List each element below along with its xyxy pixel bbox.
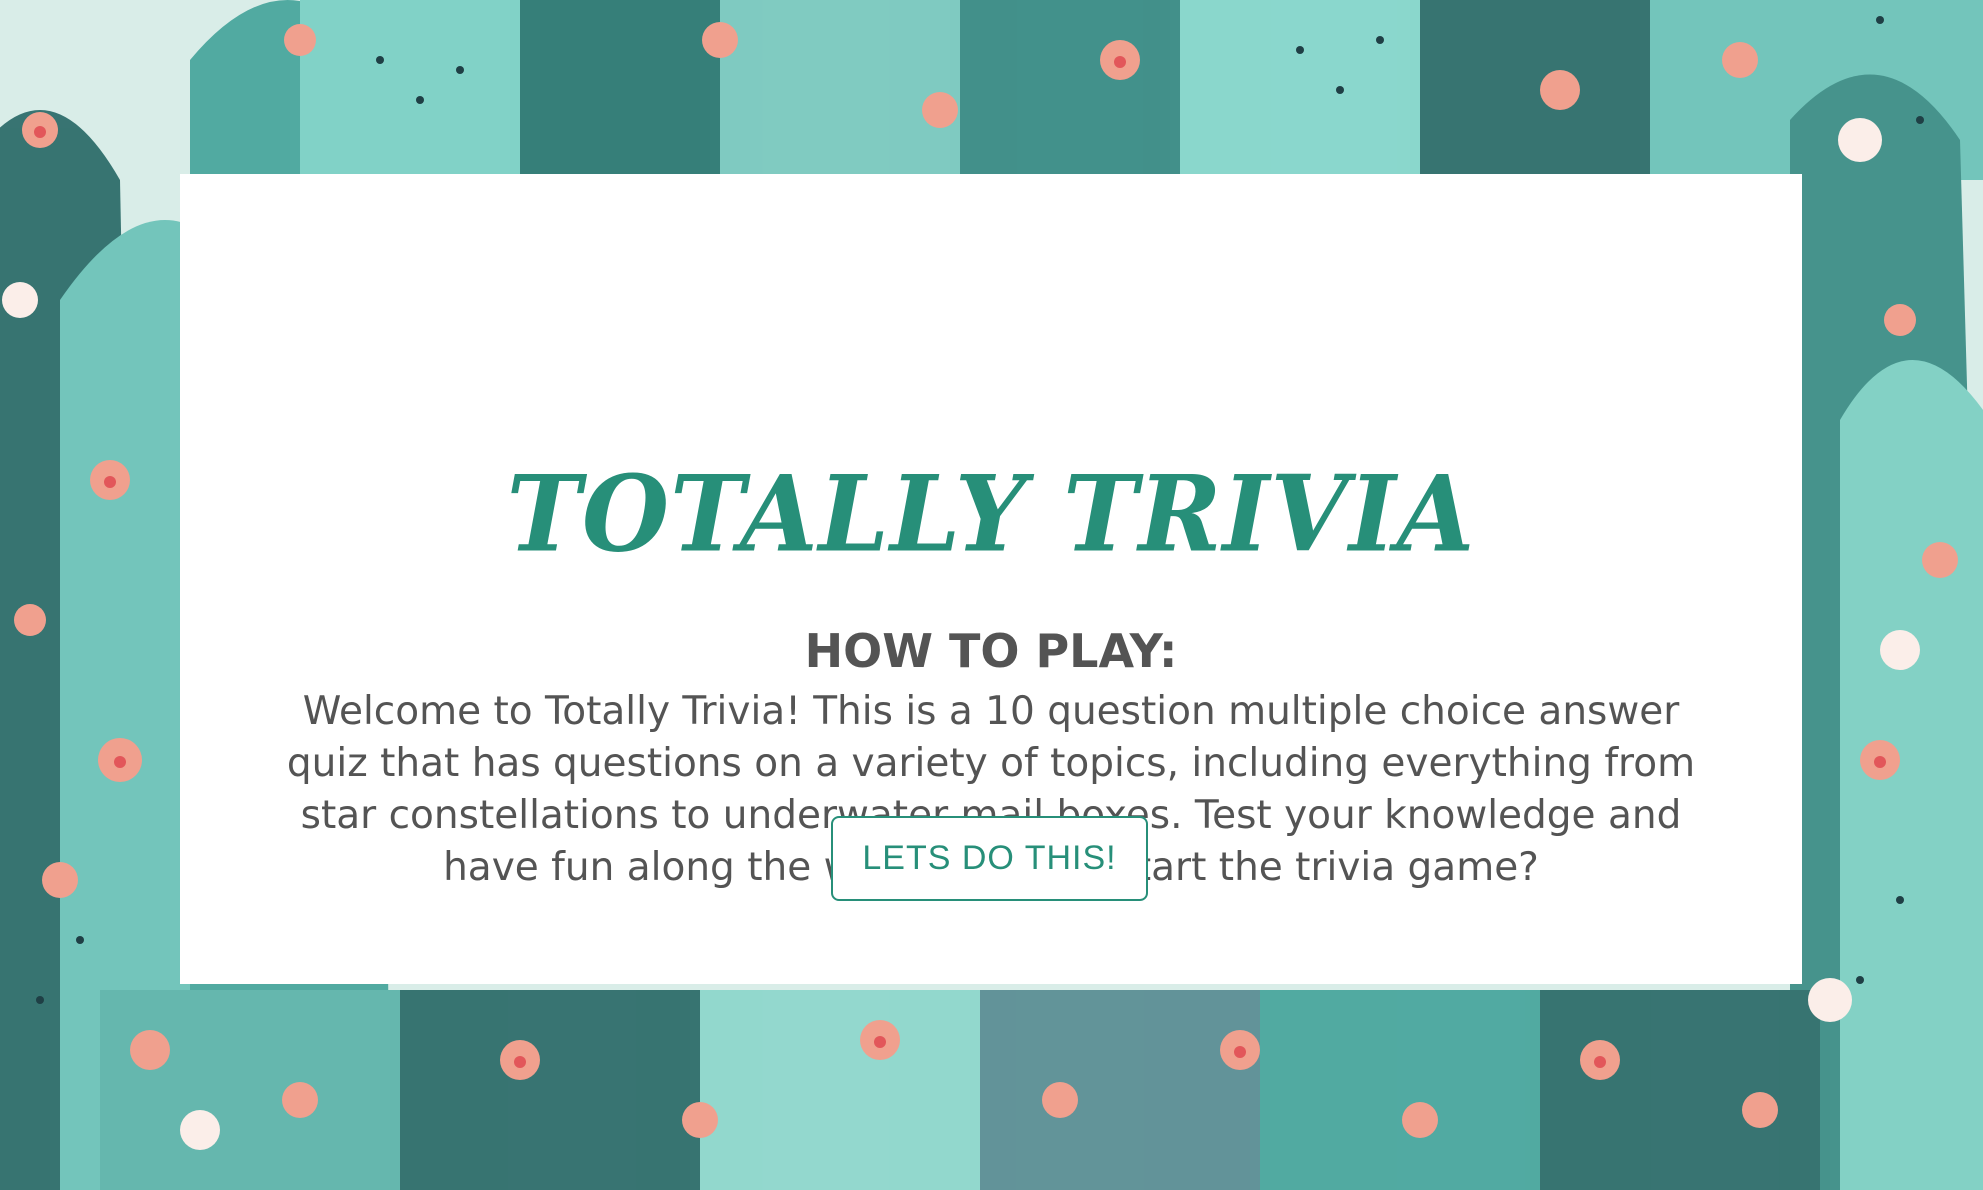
intro-card: TOTALLY TRIVIA HOW TO PLAY: Welcome to T…: [180, 174, 1802, 984]
start-button[interactable]: LETS DO THIS!: [831, 816, 1148, 901]
page-title: TOTALLY TRIVIA: [506, 452, 1476, 576]
how-to-play-heading: HOW TO PLAY:: [804, 624, 1178, 678]
